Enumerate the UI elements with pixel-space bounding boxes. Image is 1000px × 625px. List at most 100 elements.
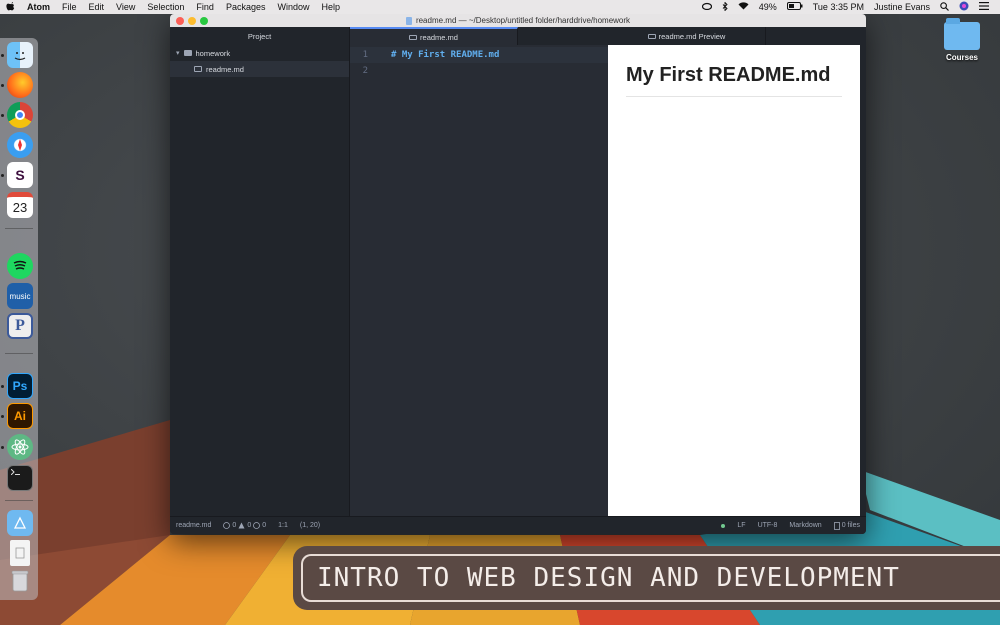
editor-line[interactable]: 2 <box>350 63 608 79</box>
github-files[interactable]: 0 files <box>833 521 860 530</box>
preview-icon <box>647 33 656 39</box>
cursor-position[interactable]: 1:1 <box>278 522 288 529</box>
menu-file[interactable]: File <box>56 2 83 12</box>
warning-icon <box>238 522 245 529</box>
spotify-icon[interactable] <box>7 253 33 279</box>
tab-bar: Project readme.md readme.md Preview <box>170 27 866 45</box>
chrome-icon[interactable] <box>7 102 33 128</box>
document-icon[interactable] <box>10 540 30 566</box>
siri-icon[interactable] <box>954 1 974 13</box>
chrome-running-indicator <box>1 114 4 117</box>
zoom-window-button[interactable] <box>200 17 208 25</box>
battery-icon[interactable] <box>782 2 808 12</box>
warning-count: 0 <box>247 522 252 529</box>
finder-running-indicator <box>1 54 4 57</box>
line-number: 2 <box>362 66 368 76</box>
battery-percent[interactable]: 49% <box>754 2 782 12</box>
terminal-icon[interactable] <box>7 465 33 491</box>
photoshop-icon[interactable]: Ps <box>7 373 33 399</box>
slack-icon[interactable]: S <box>7 162 33 188</box>
spotlight-search-icon[interactable] <box>935 1 954 13</box>
course-banner: INTRO TO WEB DESIGN AND DEVELOPMENT <box>293 546 1000 610</box>
firefox-icon[interactable] <box>7 72 33 98</box>
calendar-icon[interactable]: 23 <box>7 192 33 218</box>
atom-icon[interactable] <box>7 434 33 460</box>
tab-project-label: Project <box>247 31 272 41</box>
desktop-folder-courses[interactable]: Courses <box>940 18 984 62</box>
trash-icon[interactable] <box>7 568 33 594</box>
editor-line[interactable]: 1 # My First README.md <box>350 47 608 63</box>
menu-find[interactable]: Find <box>190 2 220 12</box>
creative-cloud-icon[interactable] <box>697 2 717 12</box>
banner-text: INTRO TO WEB DESIGN AND DEVELOPMENT <box>317 563 900 593</box>
applications-folder-icon[interactable] <box>7 510 33 536</box>
dock: S 23 music P Ps Ai <box>0 38 38 600</box>
tab-readme-label: readme.md <box>420 32 458 42</box>
code-editor[interactable]: 1 # My First README.md 2 <box>350 45 608 519</box>
window-titlebar[interactable]: readme.md — ~/Desktop/untitled folder/ha… <box>170 14 866 27</box>
firefox-running-indicator <box>1 84 4 87</box>
slack-running-indicator <box>1 174 4 177</box>
minimize-window-button[interactable] <box>188 17 196 25</box>
illustrator-running-indicator <box>1 415 4 418</box>
document-proxy-icon[interactable] <box>405 16 412 25</box>
markdown-preview: My First README.md <box>608 45 860 523</box>
diagnostics-summary[interactable]: 0 0 0 <box>223 522 266 529</box>
dock-divider <box>5 500 33 501</box>
tab-preview-label: readme.md Preview <box>658 31 726 41</box>
amazon-music-icon[interactable]: music <box>7 283 33 309</box>
user-name[interactable]: Justine Evans <box>869 2 935 12</box>
close-window-button[interactable] <box>176 17 184 25</box>
photoshop-running-indicator <box>1 385 4 388</box>
dock-divider <box>5 228 33 229</box>
clock[interactable]: Tue 3:35 PM <box>808 2 869 12</box>
status-file-name[interactable]: readme.md <box>176 522 211 529</box>
folder-icon <box>183 50 192 56</box>
menu-packages[interactable]: Packages <box>220 2 272 12</box>
file-icon <box>833 521 840 530</box>
apple-menu-icon[interactable] <box>0 1 21 13</box>
tab-readme-preview[interactable]: readme.md Preview <box>608 27 766 45</box>
atom-window: readme.md — ~/Desktop/untitled folder/ha… <box>170 14 866 534</box>
info-count: 0 <box>262 522 267 529</box>
error-count: 0 <box>232 522 237 529</box>
preview-heading: My First README.md <box>626 63 842 97</box>
markdown-file-icon <box>194 66 202 72</box>
tab-readme-md[interactable]: readme.md <box>350 27 518 45</box>
line-text: # My First README.md <box>391 50 500 60</box>
finder-icon[interactable] <box>7 42 33 68</box>
safari-icon[interactable] <box>7 132 33 158</box>
selection-count[interactable]: (1, 20) <box>300 522 320 529</box>
tree-file-label: readme.md <box>206 64 244 74</box>
bluetooth-icon[interactable] <box>717 0 733 13</box>
tab-project[interactable]: Project <box>170 27 350 45</box>
menu-selection[interactable]: Selection <box>141 2 190 12</box>
menu-window[interactable]: Window <box>271 2 315 12</box>
folder-icon <box>944 18 980 50</box>
atom-running-indicator <box>1 446 4 449</box>
grammar-selector[interactable]: Markdown <box>789 522 821 529</box>
menu-edit[interactable]: Edit <box>83 2 111 12</box>
menu-help[interactable]: Help <box>315 2 346 12</box>
file-encoding[interactable]: UTF-8 <box>758 522 778 529</box>
wifi-icon[interactable] <box>733 2 754 12</box>
info-icon <box>253 522 261 529</box>
git-status-icon <box>721 523 726 528</box>
tree-folder-homework[interactable]: ▾ homework <box>170 45 349 61</box>
illustrator-icon[interactable]: Ai <box>7 403 33 429</box>
line-ending[interactable]: LF <box>737 522 745 529</box>
project-tree: ▾ homework readme.md <box>170 45 350 519</box>
tree-file-readme[interactable]: readme.md <box>170 61 349 77</box>
menu-view[interactable]: View <box>110 2 141 12</box>
line-number: 1 <box>362 50 368 60</box>
chevron-down-icon[interactable]: ▾ <box>176 49 180 57</box>
notification-center-icon[interactable] <box>974 2 994 12</box>
files-count: 0 files <box>841 522 860 529</box>
error-icon <box>223 522 231 529</box>
menu-bar: Atom File Edit View Selection Find Packa… <box>0 0 1000 14</box>
app-menu-atom[interactable]: Atom <box>21 2 56 12</box>
window-title: readme.md — ~/Desktop/untitled folder/ha… <box>415 16 631 25</box>
dock-divider <box>5 353 33 354</box>
folder-label: Courses <box>945 53 978 62</box>
pandora-icon[interactable]: P <box>7 313 33 339</box>
